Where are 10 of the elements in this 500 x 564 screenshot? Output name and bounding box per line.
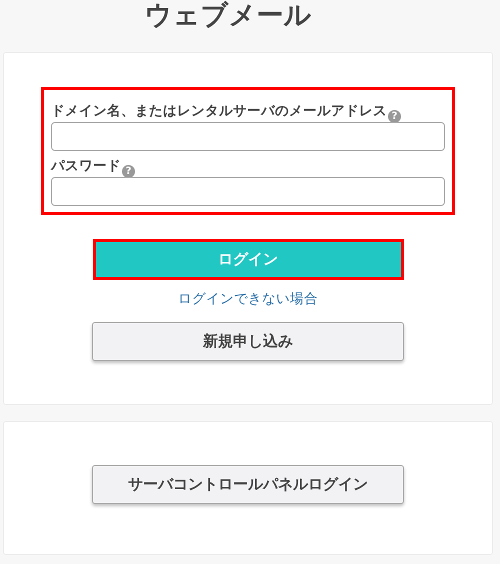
control-panel-button[interactable]: サーバコントロールパネルログイン [92, 465, 404, 504]
page-title: ウェブメール [144, 0, 312, 33]
signup-button[interactable]: 新規申し込み [92, 322, 404, 361]
help-link[interactable]: ログインできない場合 [178, 290, 318, 308]
field-label: パスワード [51, 157, 121, 175]
field-label: ドメイン名、またはレンタルサーバのメールアドレス [51, 102, 387, 120]
input-field[interactable] [51, 177, 445, 206]
input-field[interactable] [51, 122, 445, 151]
help-icon[interactable]: ? [122, 165, 135, 178]
help-icon[interactable]: ? [388, 110, 401, 123]
